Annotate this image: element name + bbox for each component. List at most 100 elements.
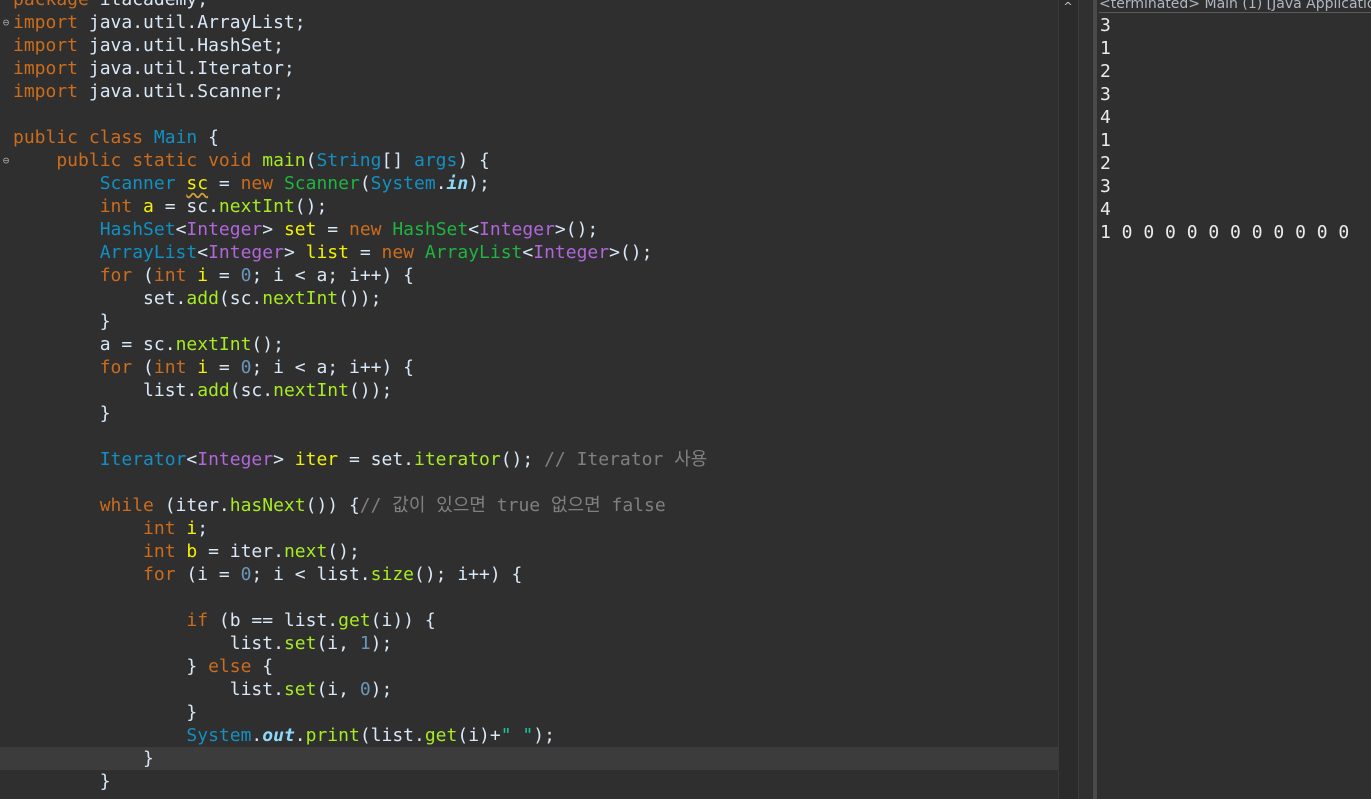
code-line[interactable]: import java.util.Scanner; [0, 80, 1058, 103]
code-token: new [381, 242, 425, 263]
code-token: } [13, 656, 209, 677]
code-line[interactable]: } else { [0, 655, 1058, 678]
code-line[interactable]: } [0, 310, 1058, 333]
code-token: public class [13, 127, 154, 148]
code-token: package [13, 0, 100, 10]
console-output-line: 4 [1100, 199, 1111, 220]
code-line[interactable] [0, 103, 1058, 126]
code-line[interactable]: list.add(sc.nextInt()); [0, 379, 1058, 402]
code-token: while [13, 495, 165, 516]
code-token: import [13, 58, 89, 79]
code-line[interactable]: } [0, 402, 1058, 425]
code-line[interactable]: import java.util.HashSet; [0, 34, 1058, 57]
code-token: 0 [240, 265, 252, 286]
code-token: (i)) { [370, 610, 436, 631]
code-token: = [208, 265, 241, 286]
code-line[interactable]: } [0, 747, 1058, 770]
overview-ruler[interactable] [1058, 0, 1079, 799]
code-token: = [208, 173, 241, 194]
code-line[interactable]: ⊖ import java.util.ArrayList; [0, 11, 1058, 34]
console-output-line: 1 [1100, 130, 1111, 151]
code-token: int [13, 196, 144, 217]
code-token: for [13, 265, 144, 286]
code-token: ; [197, 518, 209, 539]
code-token: (i, [316, 633, 360, 654]
code-token: ); [370, 679, 393, 700]
code-token: java.util.Scanner; [88, 81, 284, 102]
code-token: } [13, 702, 198, 723]
code-line[interactable]: list.set(i, 0); [0, 678, 1058, 701]
collapse-icon[interactable]: ^ [1059, 0, 1077, 16]
code-token: for [13, 564, 187, 585]
console-output-line: 1 [1100, 38, 1111, 59]
code-line[interactable]: System.out.print(list.get(i)+" "); [0, 724, 1058, 747]
code-line[interactable]: } [0, 701, 1058, 724]
code-token: String [316, 150, 382, 171]
code-line[interactable]: for (i = 0; i < list.size(); i++) { [0, 563, 1058, 586]
code-token: } [13, 748, 154, 769]
code-token: ArrayList [13, 242, 198, 263]
code-token: i [197, 265, 209, 286]
code-line[interactable]: ArrayList<Integer> list = new ArrayList<… [0, 241, 1058, 264]
code-line[interactable]: list.set(i, 1); [0, 632, 1058, 655]
code-line[interactable] [0, 425, 1058, 448]
code-token: set [283, 679, 317, 700]
code-line[interactable]: for (int i = 0; i < a; i++) { [0, 264, 1058, 287]
code-token: } [13, 311, 111, 332]
code-line[interactable]: import java.util.Iterator; [0, 57, 1058, 80]
code-line[interactable]: int b = iter.next(); [0, 540, 1058, 563]
code-line[interactable]: public class Main { [0, 126, 1058, 149]
code-line[interactable]: Scanner sc = new Scanner(System.in); [0, 172, 1058, 195]
code-token: iter [294, 449, 339, 470]
code-editor[interactable]: package itacademy;⊖import java.util.Arra… [0, 0, 1058, 799]
code-token: ()); [338, 288, 382, 309]
code-token: >(); [609, 242, 653, 263]
console-view[interactable]: <terminated> Main (1) [Java Application]… [1097, 0, 1371, 799]
code-token: main [262, 150, 306, 171]
code-token: = set. [338, 449, 414, 470]
code-line[interactable]: HashSet<Integer> set = new HashSet<Integ… [0, 218, 1058, 241]
code-token: { [197, 127, 219, 148]
code-line[interactable]: } [0, 770, 1058, 793]
code-line[interactable]: set.add(sc.nextInt()); [0, 287, 1058, 310]
code-line[interactable]: ⊖ public static void main(String[] args)… [0, 149, 1058, 172]
code-token: in [446, 173, 469, 194]
code-token: new [240, 173, 284, 194]
code-line[interactable]: int a = sc.nextInt(); [0, 195, 1058, 218]
code-line[interactable]: while (iter.hasNext()) {// 값이 있으면 true 없… [0, 494, 1058, 517]
code-token: ( [305, 150, 317, 171]
code-token: int [153, 357, 198, 378]
console-output-line: 3 [1100, 15, 1111, 36]
code-token: set [283, 633, 317, 654]
code-token: HashSet [392, 219, 469, 240]
code-token: (i)+ [457, 725, 501, 746]
code-token: java.util.Iterator; [88, 58, 295, 79]
code-line[interactable]: for (int i = 0; i < a; i++) { [0, 356, 1058, 379]
code-line[interactable] [0, 586, 1058, 609]
code-token: < [186, 449, 198, 470]
console-output: 3123412341 0 0 0 0 0 0 0 0 0 0 0 [1100, 14, 1349, 244]
code-token: print [305, 725, 360, 746]
code-line[interactable]: if (b == list.get(i)) { [0, 609, 1058, 632]
code-line[interactable] [0, 471, 1058, 494]
code-line[interactable]: Iterator<Integer> iter = set.iterator();… [0, 448, 1058, 471]
code-token: list. [13, 679, 284, 700]
pane-divider[interactable] [1078, 0, 1094, 799]
code-token: nextInt [218, 196, 295, 217]
console-output-line: 2 [1100, 61, 1111, 82]
code-token: i [186, 518, 198, 539]
code-token: get [424, 725, 458, 746]
fold-toggle-icon[interactable]: ⊖ [1, 149, 11, 172]
code-line[interactable]: int i; [0, 517, 1058, 540]
code-token: ()) { [305, 495, 360, 516]
code-token: ()); [348, 380, 393, 401]
code-token: nextInt [273, 380, 349, 401]
code-line[interactable]: a = sc.nextInt(); [0, 333, 1058, 356]
code-token: else [208, 656, 263, 677]
code-token: (sc. [218, 288, 263, 309]
code-token: import [13, 35, 89, 56]
fold-toggle-icon[interactable]: ⊖ [1, 11, 11, 34]
code-token: list [305, 242, 349, 263]
code-token: 0 [359, 679, 371, 700]
code-line[interactable]: package itacademy; [0, 0, 1058, 11]
